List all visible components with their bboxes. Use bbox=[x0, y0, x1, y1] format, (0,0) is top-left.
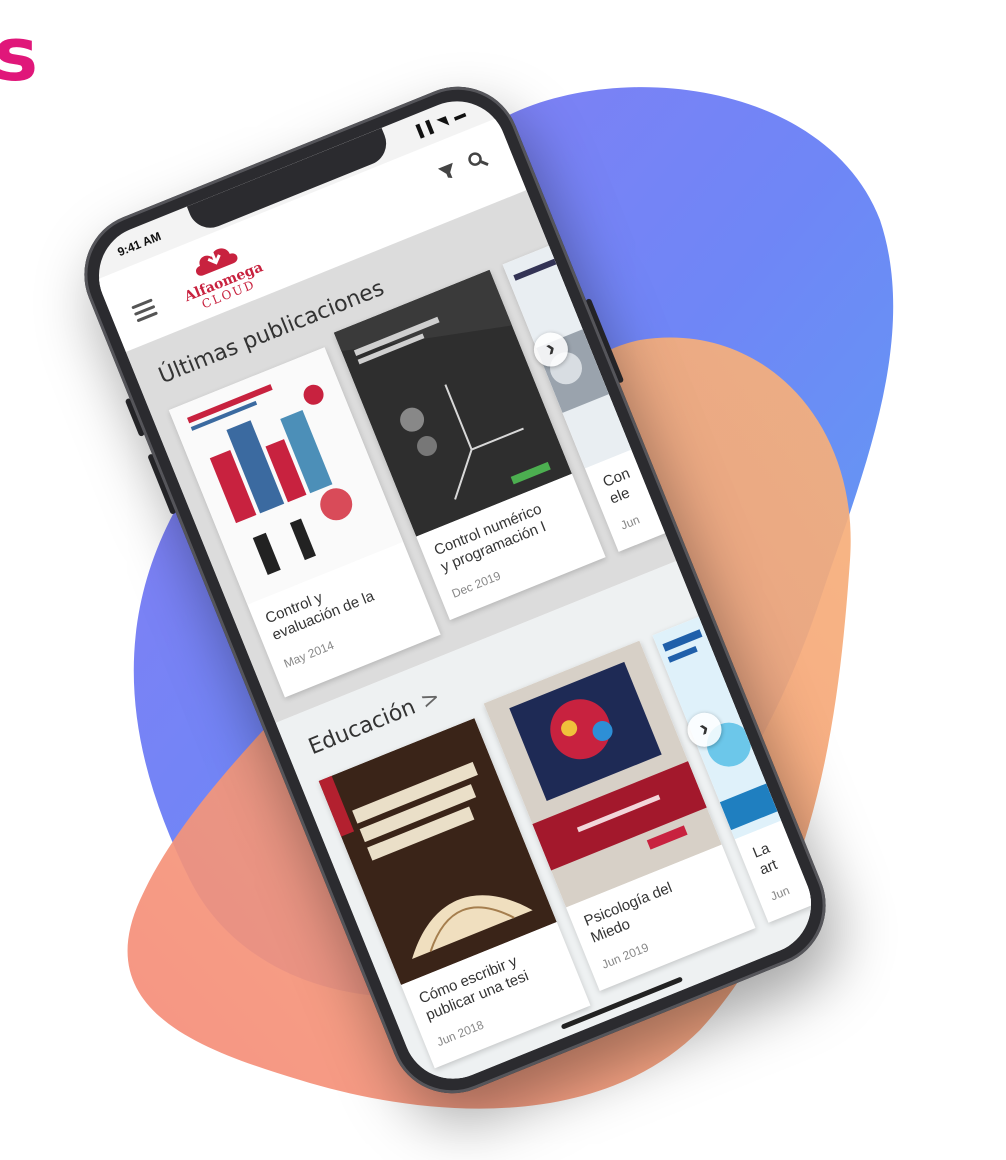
filter-icon[interactable] bbox=[435, 159, 461, 185]
book-date: Jun bbox=[618, 512, 642, 533]
menu-icon[interactable] bbox=[131, 298, 159, 323]
book-date: Jun bbox=[768, 883, 792, 904]
search-icon[interactable] bbox=[465, 147, 491, 173]
book-date: May 2014 bbox=[281, 638, 336, 671]
book-date: Jun 2019 bbox=[599, 940, 651, 972]
book-date: Jun 2018 bbox=[434, 1017, 486, 1050]
chevron-right-icon: > bbox=[417, 684, 444, 715]
book-date: Dec 2019 bbox=[449, 568, 503, 601]
